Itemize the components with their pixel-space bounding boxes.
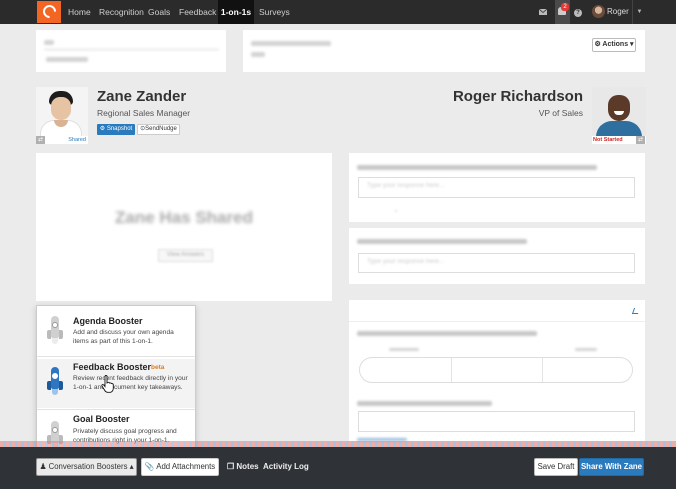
chart-icon[interactable] [631, 308, 641, 314]
help-icon[interactable]: ? [573, 0, 583, 24]
snapshot-button[interactable]: ⚙ Snapshot [97, 124, 135, 135]
actions-button[interactable]: ⚙ Actions ▾ [592, 38, 636, 52]
nav-1on1s[interactable]: 1-on-1s [218, 0, 254, 24]
roger-name: Roger Richardson [452, 88, 583, 105]
nav-surveys[interactable]: Surveys [259, 0, 290, 24]
agenda-booster-title: Agenda Booster [73, 316, 143, 326]
feedback-booster-desc: Review recent feedback directly in your … [73, 375, 188, 391]
mail-icon[interactable] [537, 0, 549, 24]
roger-role: VP of Sales [538, 108, 583, 118]
shared-title: Zane Has Shared [115, 208, 253, 227]
top-navbar: Home Recognition Goals Feedback 1-on-1s … [0, 0, 676, 24]
add-attachments-button[interactable]: 📎 Add Attachments [141, 458, 219, 476]
swap-icon[interactable]: ⇄ [36, 136, 45, 144]
swap-icon-right[interactable]: ⇄ [636, 136, 645, 144]
activity-log-link[interactable]: Activity Log [263, 458, 309, 476]
user-name[interactable]: Roger [607, 0, 629, 24]
feedback-booster-title: Feedback Booster [73, 362, 152, 372]
hand-cursor-icon [101, 375, 114, 393]
question-card-3 [349, 300, 645, 441]
user-menu-caret-icon[interactable]: ▼ [632, 0, 646, 24]
goal-booster-title: Goal Booster [73, 414, 130, 424]
question-3-input[interactable] [358, 411, 635, 432]
nav-feedback[interactable]: Feedback [179, 0, 216, 24]
notification-badge: 2 [561, 3, 569, 11]
user-avatar[interactable] [592, 5, 605, 18]
nav-goals[interactable]: Goals [148, 0, 170, 24]
share-with-zane-button[interactable]: Share With Zane [579, 458, 644, 476]
feedback-rocket-icon [47, 367, 63, 397]
notes-button[interactable]: ❐ Notes [227, 458, 259, 476]
nav-home[interactable]: Home [68, 0, 91, 24]
zane-role: Regional Sales Manager [97, 108, 191, 118]
nav-recognition[interactable]: Recognition [99, 0, 144, 24]
header-right-card [243, 30, 645, 72]
roger-status: Not Started [593, 137, 623, 143]
conversation-boosters-menu: Agenda Booster Add and discuss your own … [36, 305, 196, 457]
agenda-booster-desc: Add and discuss your own agenda items as… [73, 329, 174, 345]
app-logo[interactable] [37, 1, 61, 23]
conversation-boosters-button[interactable]: ♟ Conversation Boosters ▴ [36, 458, 137, 476]
send-nudge-button[interactable]: ⊙SendNudge [137, 124, 180, 135]
beta-badge: beta [151, 364, 165, 371]
agenda-rocket-icon [47, 316, 63, 346]
question-2-input[interactable]: Type your response here... [358, 253, 635, 273]
view-answers-button[interactable]: View Answers [158, 249, 213, 262]
feedback-booster-item[interactable]: Feedback Booster beta Review recent feed… [37, 359, 195, 408]
question-1-input[interactable]: Type your response here... [358, 177, 635, 198]
zane-name: Zane Zander [97, 88, 187, 105]
header-left-card [36, 30, 226, 72]
rating-scale[interactable] [359, 357, 633, 383]
save-draft-button[interactable]: Save Draft [534, 458, 578, 476]
agenda-booster-item[interactable]: Agenda Booster Add and discuss your own … [37, 306, 195, 353]
zane-status: Shared [68, 137, 86, 143]
